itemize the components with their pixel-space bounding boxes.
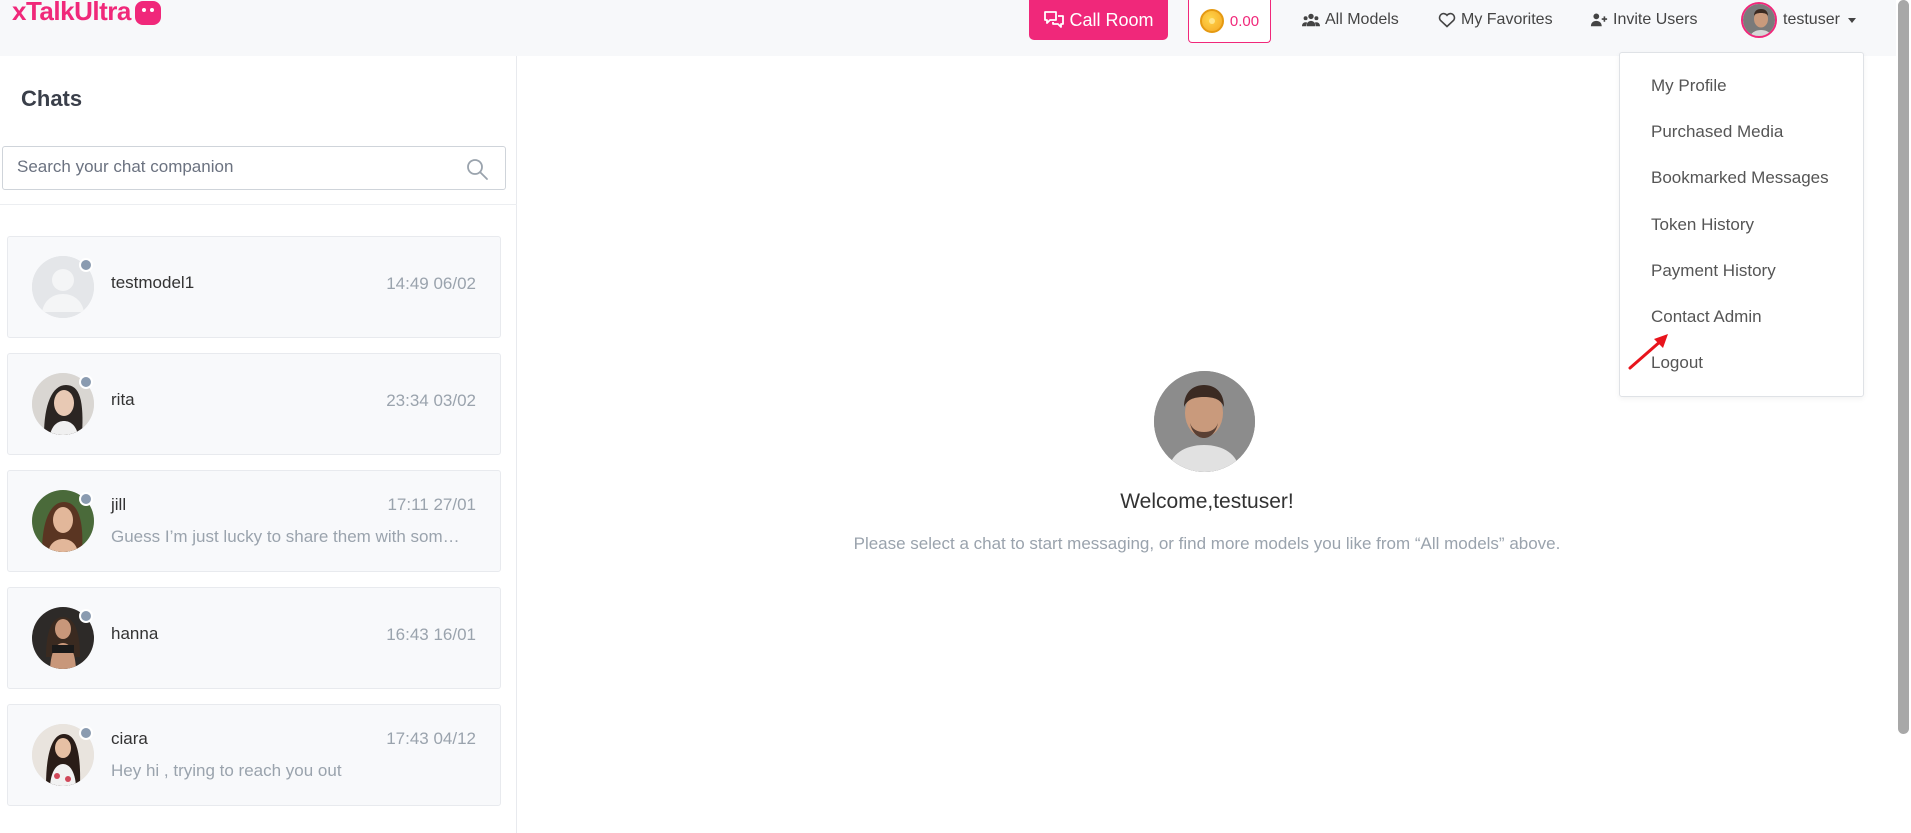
menu-item-bookmarked-messages[interactable]: Bookmarked Messages <box>1651 168 1829 188</box>
status-dot <box>79 726 93 740</box>
chat-time: 17:11 27/01 <box>387 495 476 514</box>
menu-item-purchased-media[interactable]: Purchased Media <box>1651 122 1783 142</box>
chat-time: 23:34 03/02 <box>386 391 476 410</box>
chat-list-item-jill[interactable]: jill 17:11 27/01 Guess I’m just lucky to… <box>7 470 501 572</box>
annotation-arrow-icon <box>1628 334 1668 370</box>
welcome-instructions: Please select a chat to start messaging,… <box>518 534 1896 554</box>
chat-sidebar: Chats testmodel1 14:49 06/02 <box>0 56 517 833</box>
logo-text-xtalk: xTalk <box>12 0 75 26</box>
logo-text-ultra: Ultra <box>74 0 131 26</box>
caret-down-icon <box>1847 17 1856 23</box>
logo-chat-bubble-icon <box>134 1 161 25</box>
username-label: testuser <box>1783 11 1840 28</box>
page-scrollbar-thumb[interactable] <box>1898 0 1909 734</box>
search-input[interactable] <box>17 147 457 187</box>
nav-invite-users[interactable]: Invite Users <box>1590 10 1697 30</box>
chat-list-item-testmodel1[interactable]: testmodel1 14:49 06/02 <box>7 236 501 338</box>
coin-icon <box>1199 9 1224 33</box>
chat-last-message: Guess I’m just lucky to share them with … <box>111 527 460 546</box>
my-favorites-label: My Favorites <box>1461 11 1553 28</box>
chats-heading: Chats <box>21 86 83 111</box>
invite-users-label: Invite Users <box>1613 11 1698 28</box>
chat-list-item-ciara[interactable]: ciara 17:43 04/12 Hey hi , trying to rea… <box>7 704 501 806</box>
all-models-label: All Models <box>1325 11 1399 28</box>
heart-icon <box>1438 12 1456 28</box>
chat-list-item-rita[interactable]: rita 23:34 03/02 <box>7 353 501 455</box>
status-dot <box>79 609 93 623</box>
user-menu-toggle[interactable]: testuser <box>1741 0 1856 40</box>
users-icon <box>1302 13 1320 27</box>
menu-item-my-profile[interactable]: My Profile <box>1651 76 1727 96</box>
chat-name: rita <box>111 390 135 409</box>
nav-all-models[interactable]: All Models <box>1302 10 1399 30</box>
chat-bubbles-icon <box>1044 11 1065 28</box>
user-avatar-image <box>1743 4 1775 36</box>
chat-time: 14:49 06/02 <box>386 274 476 293</box>
welcome-message: Welcome,testuser! <box>518 490 1896 514</box>
menu-item-contact-admin[interactable]: Contact Admin <box>1651 307 1762 327</box>
search-field[interactable] <box>2 146 506 190</box>
top-navbar: xTalk Ultra Call Room 0.00 All Models My … <box>0 0 1896 56</box>
search-icon[interactable] <box>465 157 489 181</box>
call-room-button[interactable]: Call Room <box>1029 0 1168 40</box>
user-avatar <box>1741 2 1777 38</box>
chat-list-item-hanna[interactable]: hanna 16:43 16/01 <box>7 587 501 689</box>
chat-name: ciara <box>111 729 148 748</box>
welcome-title: Welcome,testuser! <box>1120 490 1294 513</box>
nav-my-favorites[interactable]: My Favorites <box>1438 10 1553 30</box>
status-dot <box>79 258 93 272</box>
token-balance-button[interactable]: 0.00 <box>1188 0 1271 43</box>
chat-name: hanna <box>111 624 159 643</box>
chat-time: 16:43 16/01 <box>386 625 476 644</box>
chat-time: 17:43 04/12 <box>386 729 476 748</box>
status-dot <box>79 492 93 506</box>
menu-item-payment-history[interactable]: Payment History <box>1651 261 1776 281</box>
token-balance-value: 0.00 <box>1229 12 1260 30</box>
sidebar-divider <box>0 204 517 205</box>
welcome-subtitle: Please select a chat to start messaging,… <box>853 534 1561 553</box>
chat-last-message: Hey hi , trying to reach you out <box>111 761 342 780</box>
brand-logo[interactable]: xTalk Ultra <box>12 0 161 26</box>
welcome-user-avatar <box>1154 371 1255 472</box>
chat-name: testmodel1 <box>111 273 195 292</box>
user-avatar-image <box>1154 371 1255 472</box>
menu-item-token-history[interactable]: Token History <box>1651 215 1754 235</box>
chat-name: jill <box>111 495 127 514</box>
user-plus-icon <box>1590 13 1608 27</box>
call-room-label: Call Room <box>1069 9 1154 30</box>
status-dot <box>79 375 93 389</box>
